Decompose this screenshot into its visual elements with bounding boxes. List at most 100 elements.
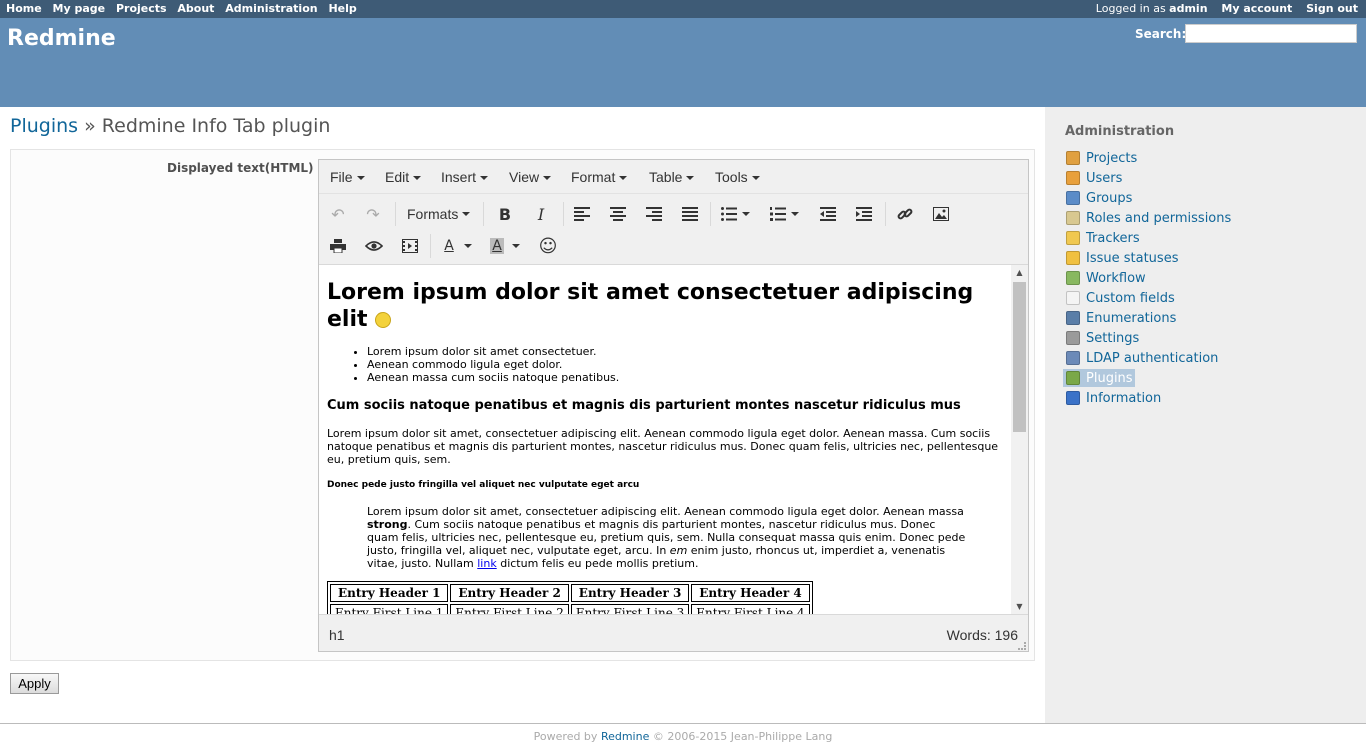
sidebar-item-groups[interactable]: Groups <box>1065 189 1134 207</box>
sidebar-item-ldap-authentication[interactable]: LDAP authentication <box>1065 349 1220 367</box>
menu-file[interactable]: File <box>330 169 365 185</box>
top-link-administration[interactable]: Administration <box>225 2 317 15</box>
numbered-list-icon[interactable] <box>766 202 790 226</box>
enumerations-icon <box>1066 311 1080 325</box>
editor-statusbar: h1 Words: 196 <box>319 614 1028 652</box>
smiley-icon <box>375 312 392 328</box>
menu-file-label: File <box>330 169 353 185</box>
sidebar-item-issue-statuses[interactable]: Issue statuses <box>1065 249 1180 267</box>
menu-edit[interactable]: Edit <box>385 169 422 185</box>
link-icon[interactable] <box>893 202 917 226</box>
align-center-icon[interactable] <box>606 202 630 226</box>
align-left-icon[interactable] <box>570 202 594 226</box>
sidebar-list-item: Information <box>1065 389 1233 409</box>
sidebar-item-projects[interactable]: Projects <box>1065 149 1139 167</box>
sidebar-list-item: Users <box>1065 169 1233 189</box>
bullet-list-icon[interactable] <box>717 202 741 226</box>
emoticons-icon[interactable]: ☺ <box>536 234 560 258</box>
menu-view[interactable]: View <box>509 169 552 185</box>
app-title[interactable]: Redmine <box>7 26 116 51</box>
sidebar: Administration Projects Users Groups Roles … <box>1045 107 1366 723</box>
logged-in-user[interactable]: admin <box>1169 2 1207 15</box>
footer: Powered by Redmine © 2006-2015 Jean-Phil… <box>0 723 1366 747</box>
menu-insert[interactable]: Insert <box>441 169 489 185</box>
undo-icon[interactable]: ↶ <box>326 202 350 226</box>
text-color-icon[interactable]: A <box>437 234 461 258</box>
editor-scrollbar[interactable]: ▲ ▼ <box>1011 265 1028 614</box>
sidebar-item-trackers[interactable]: Trackers <box>1065 229 1142 247</box>
chevron-down-icon <box>462 212 471 216</box>
content-blockquote: Lorem ipsum dolor sit amet, consectetuer… <box>367 505 967 570</box>
resize-handle-icon[interactable] <box>1018 642 1026 650</box>
menu-tools[interactable]: Tools <box>715 169 760 185</box>
sidebar-item-enumerations[interactable]: Enumerations <box>1065 309 1178 327</box>
media-icon[interactable] <box>398 234 422 258</box>
admin-menu: Projects Users Groups Roles and permissions… <box>1063 149 1233 409</box>
top-link-projects[interactable]: Projects <box>116 2 167 15</box>
numbered-list-chevron-down-icon[interactable] <box>788 202 802 226</box>
apply-button[interactable]: Apply <box>10 673 59 694</box>
menu-view-label: View <box>509 169 540 185</box>
outdent-icon[interactable] <box>816 202 840 226</box>
text-color-chevron-down-icon[interactable] <box>461 234 475 258</box>
sidebar-item-label: Settings <box>1086 330 1140 346</box>
sidebar-item-label: Trackers <box>1086 230 1140 246</box>
content-paragraph: Lorem ipsum dolor sit amet, consectetuer… <box>327 427 999 466</box>
background-color-chevron-down-icon[interactable] <box>509 234 523 258</box>
sidebar-item-information[interactable]: Information <box>1065 389 1163 407</box>
sidebar-item-plugins[interactable]: Plugins <box>1063 369 1135 387</box>
chevron-down-icon <box>619 176 628 181</box>
editor-document: Lorem ipsum dolor sit amet consectetuer … <box>327 265 1007 614</box>
italic-icon[interactable]: I <box>529 202 553 226</box>
scroll-down-arrow-icon[interactable]: ▼ <box>1011 600 1028 614</box>
sidebar-list-item: Trackers <box>1065 229 1233 249</box>
top-menu-left: Home My page Projects About Administrati… <box>6 2 364 15</box>
sign-out-link[interactable]: Sign out <box>1306 2 1358 15</box>
chevron-down-icon <box>512 244 520 248</box>
redo-icon[interactable]: ↷ <box>361 202 385 226</box>
image-icon[interactable] <box>929 202 953 226</box>
indent-icon[interactable] <box>852 202 876 226</box>
scroll-up-arrow-icon[interactable]: ▲ <box>1011 266 1028 280</box>
scrollbar-thumb[interactable] <box>1013 282 1026 432</box>
top-link-home[interactable]: Home <box>6 2 42 15</box>
content-heading-3: Cum sociis natoque penatibus et magnis d… <box>327 398 961 413</box>
sidebar-item-settings[interactable]: Settings <box>1065 329 1141 347</box>
footer-redmine-link[interactable]: Redmine <box>601 730 649 743</box>
quote-link[interactable]: link <box>477 557 496 570</box>
top-link-my-page[interactable]: My page <box>53 2 106 15</box>
background-color-icon[interactable]: A <box>485 234 509 258</box>
formats-dropdown[interactable]: Formats <box>407 202 471 226</box>
top-link-about[interactable]: About <box>177 2 214 15</box>
menu-format[interactable]: Format <box>571 169 628 185</box>
breadcrumb-plugins-link[interactable]: Plugins <box>10 115 78 137</box>
preview-icon[interactable] <box>362 234 386 258</box>
sidebar-item-label: Enumerations <box>1086 310 1177 326</box>
top-link-help[interactable]: Help <box>328 2 356 15</box>
bold-icon[interactable]: B <box>493 202 517 226</box>
menu-table[interactable]: Table <box>649 169 695 185</box>
search-input[interactable] <box>1185 24 1357 43</box>
sidebar-item-workflow[interactable]: Workflow <box>1065 269 1148 287</box>
print-icon[interactable] <box>326 234 350 258</box>
info-icon <box>1066 391 1080 405</box>
my-account-link[interactable]: My account <box>1221 2 1292 15</box>
table-cell: Entry First Line 4 <box>691 604 810 614</box>
sidebar-item-users[interactable]: Users <box>1065 169 1124 187</box>
chevron-down-icon <box>480 176 489 181</box>
align-right-icon[interactable] <box>642 202 666 226</box>
user-icon <box>1066 171 1080 185</box>
sidebar-list-item: Workflow <box>1065 269 1233 289</box>
chevron-down-icon <box>791 212 799 216</box>
bullet-list-chevron-down-icon[interactable] <box>739 202 753 226</box>
editor-content-area[interactable]: Lorem ipsum dolor sit amet consectetuer … <box>319 264 1028 614</box>
sidebar-item-roles-and-permissions[interactable]: Roles and permissions <box>1065 209 1233 227</box>
sidebar-item-custom-fields[interactable]: Custom fields <box>1065 289 1177 307</box>
word-count: Words: 196 <box>946 627 1018 643</box>
menu-tools-label: Tools <box>715 169 748 185</box>
align-justify-icon[interactable] <box>678 202 702 226</box>
sidebar-item-label: Custom fields <box>1086 290 1175 306</box>
menu-table-label: Table <box>649 169 683 185</box>
element-path[interactable]: h1 <box>329 627 345 643</box>
breadcrumb-separator: » <box>78 115 102 137</box>
